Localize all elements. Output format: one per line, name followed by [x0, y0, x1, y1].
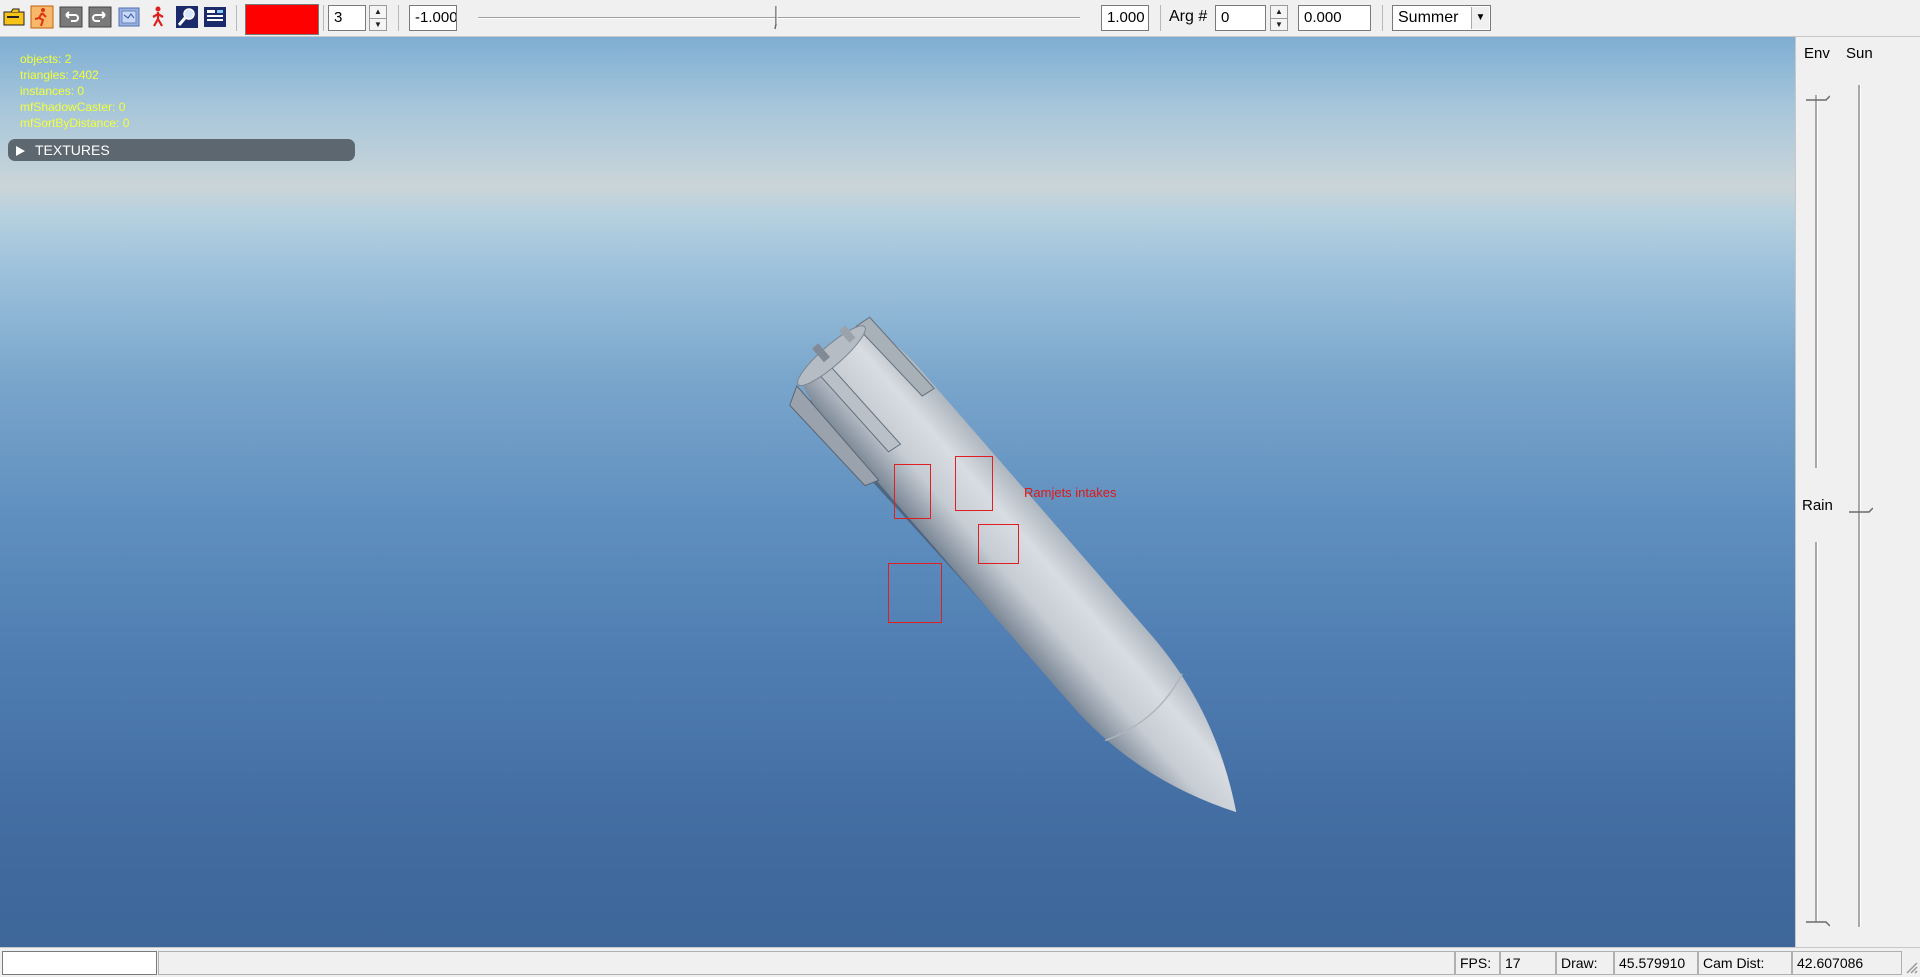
annotation-box: [978, 524, 1019, 564]
list-icon[interactable]: [203, 5, 227, 29]
3d-viewport[interactable]: objects: 2 triangles: 2402 instances: 0 …: [0, 37, 1795, 947]
color-swatch-button[interactable]: [245, 4, 319, 35]
arg-float-field[interactable]: 0.000: [1298, 5, 1371, 31]
zoom-icon[interactable]: [175, 5, 199, 29]
slider-thumb[interactable]: [774, 6, 784, 30]
season-select[interactable]: Summer ▼: [1392, 5, 1491, 31]
status-message-pane: [158, 951, 1455, 975]
chevron-down-icon[interactable]: ▼: [1471, 7, 1489, 29]
max-value-field[interactable]: 1.000: [1101, 5, 1149, 31]
cam-dist-label: Cam Dist:: [1698, 951, 1792, 975]
annotation-box: [955, 456, 993, 511]
draw-value: 45.579910: [1614, 951, 1698, 975]
environment-panel: Env Sun Rain: [1795, 37, 1920, 947]
toolbar-separator: [398, 5, 399, 31]
fps-value: 17: [1500, 951, 1556, 975]
fps-label: FPS:: [1455, 951, 1500, 975]
annotation-label: Ramjets intakes: [1024, 485, 1117, 500]
resize-grip-icon[interactable]: [1904, 960, 1918, 974]
toolbar-separator: [323, 5, 324, 31]
run-man-icon[interactable]: [30, 5, 54, 29]
status-bar: FPS: 17 Draw: 45.579910 Cam Dist: 42.607…: [0, 947, 1920, 976]
open-folder-icon[interactable]: [2, 5, 26, 29]
arg-field[interactable]: 0: [1215, 5, 1266, 31]
toolbar-separator: [236, 5, 237, 31]
toolbar: 3 ▲ ▼ -1.000 1.000 Arg # 0 ▲ ▼ 0.000 Summe…: [0, 0, 1920, 37]
arg-spinner[interactable]: ▲ ▼: [1270, 5, 1288, 31]
env-label: Env: [1804, 45, 1830, 62]
command-input[interactable]: [2, 951, 157, 975]
undo-icon[interactable]: [59, 5, 83, 29]
rain-label: Rain: [1802, 497, 1833, 514]
sun-slider-thumb[interactable]: [1849, 503, 1874, 513]
sun-label: Sun: [1846, 45, 1873, 62]
annotation-box: [894, 464, 931, 519]
rain-slider-thumb[interactable]: [1806, 917, 1831, 927]
season-select-value: Summer: [1398, 9, 1459, 26]
count-spinner[interactable]: ▲ ▼: [369, 5, 387, 31]
draw-label: Draw:: [1556, 951, 1614, 975]
env-slider-track[interactable]: [1815, 95, 1818, 468]
animate-man-icon[interactable]: [146, 5, 170, 29]
min-value-field[interactable]: -1.000: [409, 5, 457, 31]
image-icon[interactable]: [117, 5, 141, 29]
value-slider[interactable]: [478, 5, 1080, 31]
toolbar-separator: [1382, 5, 1383, 31]
redo-icon[interactable]: [88, 5, 112, 29]
rain-slider-track[interactable]: [1815, 542, 1818, 922]
count-field[interactable]: 3: [328, 5, 366, 31]
annotation-box: [888, 563, 942, 623]
arg-label: Arg #: [1169, 8, 1208, 25]
env-slider-thumb[interactable]: [1806, 89, 1831, 101]
cam-dist-value: 42.607086: [1792, 951, 1902, 975]
toolbar-separator: [1160, 5, 1161, 31]
